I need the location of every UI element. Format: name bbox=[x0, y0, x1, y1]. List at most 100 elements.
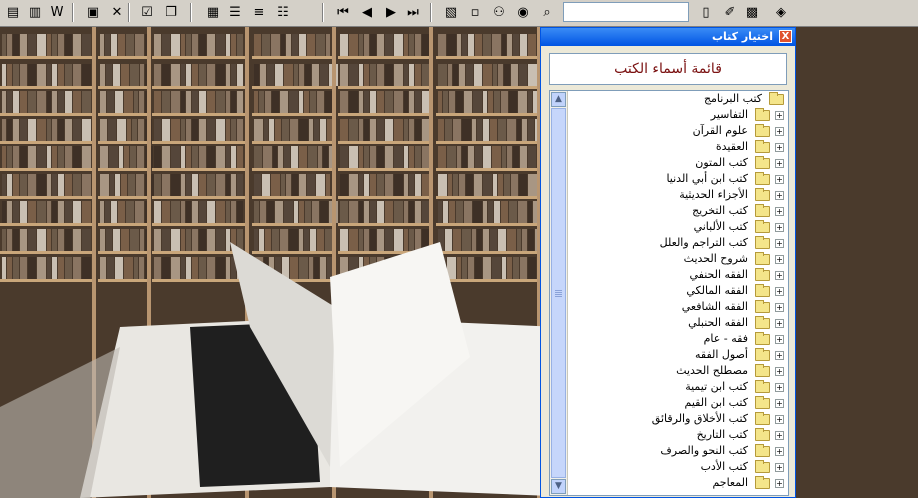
choose-book-dialog: اختيار كتاب X قائمة أسماء الكتب ▲ ▼ كتب … bbox=[540, 27, 796, 498]
tree-root-label: كتب البرنامج bbox=[703, 92, 762, 105]
scroll-thumb[interactable] bbox=[551, 108, 566, 478]
tree-item[interactable]: + كتب التراجم والعلل bbox=[570, 235, 786, 251]
expand-icon[interactable]: + bbox=[775, 287, 784, 296]
vertical-scrollbar[interactable]: ▲ ▼ bbox=[550, 91, 568, 495]
library-icon[interactable]: ◈ bbox=[771, 2, 791, 22]
expand-icon[interactable]: + bbox=[775, 127, 784, 136]
tree-item[interactable]: + كتب التاريخ bbox=[570, 427, 786, 443]
expand-icon[interactable]: + bbox=[775, 239, 784, 248]
save-icon[interactable]: ▣ bbox=[83, 2, 103, 22]
folder-icon bbox=[755, 172, 770, 185]
justify-icon[interactable]: ≡ bbox=[249, 2, 269, 22]
attachment-icon[interactable]: ✐ bbox=[720, 2, 740, 22]
folder-icon bbox=[755, 284, 770, 297]
tree-item[interactable]: + كتب التخريج bbox=[570, 203, 786, 219]
expand-icon[interactable]: + bbox=[775, 223, 784, 232]
expand-icon[interactable]: + bbox=[775, 143, 784, 152]
tree-view-icon[interactable]: ▩ bbox=[742, 2, 762, 22]
tree-item[interactable]: + كتب ابن أبي الدنيا bbox=[570, 171, 786, 187]
expand-icon[interactable]: + bbox=[775, 271, 784, 280]
expand-icon[interactable]: + bbox=[775, 191, 784, 200]
word-doc-icon[interactable]: W bbox=[47, 2, 67, 22]
tree-item-label: الأجزاء الحديثية bbox=[679, 188, 748, 201]
folder-icon bbox=[755, 188, 770, 201]
expand-icon[interactable]: + bbox=[775, 303, 784, 312]
open-book-icon[interactable]: ☷ bbox=[273, 2, 293, 22]
expand-icon[interactable]: + bbox=[775, 175, 784, 184]
tree-item-label: العقيدة bbox=[715, 140, 748, 153]
tree-item[interactable]: + العقيدة bbox=[570, 139, 786, 155]
tree-item[interactable]: + كتب الأدب bbox=[570, 459, 786, 475]
properties-icon[interactable]: ▦ bbox=[203, 2, 223, 22]
folder-icon bbox=[755, 348, 770, 361]
expand-icon[interactable]: + bbox=[775, 351, 784, 360]
tree-item[interactable]: + الفقه الحنبلي bbox=[570, 315, 786, 331]
search-input[interactable] bbox=[563, 2, 689, 22]
folder-icon bbox=[755, 380, 770, 393]
last-page-icon[interactable]: ⏭ bbox=[403, 2, 423, 22]
tree-item[interactable]: + الفقه الحنفي bbox=[570, 267, 786, 283]
previous-icon[interactable]: ◀ bbox=[357, 2, 377, 22]
close-icon[interactable]: ✕ bbox=[107, 2, 127, 22]
tree-item[interactable]: + شروح الحديث bbox=[570, 251, 786, 267]
scroll-down-icon[interactable]: ▼ bbox=[551, 479, 566, 494]
list-icon[interactable]: ☰ bbox=[225, 2, 245, 22]
tree-item[interactable]: + الفقه المالكي bbox=[570, 283, 786, 299]
book-icon[interactable]: ▥ bbox=[25, 2, 45, 22]
tree-item[interactable]: + أصول الفقه bbox=[570, 347, 786, 363]
next-icon[interactable]: ▶ bbox=[381, 2, 401, 22]
expand-icon[interactable]: + bbox=[775, 431, 784, 440]
expand-icon[interactable]: + bbox=[775, 319, 784, 328]
tree-item[interactable]: + الأجزاء الحديثية bbox=[570, 187, 786, 203]
tree-item[interactable]: + كتب المتون bbox=[570, 155, 786, 171]
tree-item[interactable]: + كتب الألباني bbox=[570, 219, 786, 235]
dialog-title-bar[interactable]: اختيار كتاب X bbox=[541, 28, 795, 46]
tree-item[interactable]: + المعاجم bbox=[570, 475, 786, 491]
new-page-icon[interactable]: ▯ bbox=[696, 2, 716, 22]
book-tree[interactable]: ▲ ▼ كتب البرنامج + التفاسير + علوم القرآن + ا… bbox=[549, 90, 789, 496]
clipboard-check-icon[interactable]: ☑ bbox=[137, 2, 157, 22]
tree-item[interactable]: + فقه - عام bbox=[570, 331, 786, 347]
expand-icon[interactable]: + bbox=[775, 479, 784, 488]
tree-item-label: المعاجم bbox=[712, 476, 748, 489]
tree-item-label: كتب ابن القيم bbox=[684, 396, 748, 409]
expand-icon[interactable]: + bbox=[775, 399, 784, 408]
expand-icon[interactable]: + bbox=[775, 383, 784, 392]
expand-icon[interactable]: + bbox=[775, 415, 784, 424]
copy-icon[interactable]: ❐ bbox=[161, 2, 181, 22]
tree-root[interactable]: كتب البرنامج bbox=[570, 91, 786, 107]
tree-item[interactable]: + التفاسير bbox=[570, 107, 786, 123]
tree-item[interactable]: + كتب ابن تيمية bbox=[570, 379, 786, 395]
close-icon[interactable]: X bbox=[779, 30, 792, 43]
expand-icon[interactable]: + bbox=[775, 463, 784, 472]
tree-item[interactable]: + مصطلح الحديث bbox=[570, 363, 786, 379]
binoculars-icon[interactable]: ⚇ bbox=[489, 2, 509, 22]
folder-icon bbox=[755, 236, 770, 249]
expand-icon[interactable]: + bbox=[775, 255, 784, 264]
folder-icon bbox=[755, 220, 770, 233]
folder-icon bbox=[755, 460, 770, 473]
open-folder-icon[interactable]: ▫ bbox=[465, 2, 485, 22]
tree-item[interactable]: + الفقه الشافعي bbox=[570, 299, 786, 315]
scroll-up-icon[interactable]: ▲ bbox=[551, 92, 566, 107]
search-book-icon[interactable]: ◉ bbox=[513, 2, 533, 22]
tree-item-label: كتب التراجم والعلل bbox=[659, 236, 748, 249]
tree-item[interactable]: + علوم القرآن bbox=[570, 123, 786, 139]
folder-icon bbox=[755, 204, 770, 217]
find-page-icon[interactable]: ⌕ bbox=[537, 2, 557, 22]
toolbar-separator bbox=[430, 3, 432, 22]
tree-item[interactable]: + كتب النحو والصرف bbox=[570, 443, 786, 459]
word-export-icon[interactable]: ▤ bbox=[3, 2, 23, 22]
expand-icon[interactable]: + bbox=[775, 159, 784, 168]
windows-icon[interactable]: ▧ bbox=[441, 2, 461, 22]
main-toolbar: ▤ ▥ W ▣ ✕ ☑ ❐ ▦ ☰ ≡ ☷ ⏮ ◀ ▶ ⏭ ▧ ▫ ⚇ ◉ ⌕ ▯ ✐ ▩ ◈ bbox=[0, 0, 918, 27]
expand-icon[interactable]: + bbox=[775, 207, 784, 216]
expand-icon[interactable]: + bbox=[775, 111, 784, 120]
tree-item[interactable]: + كتب الأخلاق والرقائق bbox=[570, 411, 786, 427]
expand-icon[interactable]: + bbox=[775, 367, 784, 376]
first-page-icon[interactable]: ⏮ bbox=[333, 2, 353, 22]
folder-icon bbox=[755, 428, 770, 441]
expand-icon[interactable]: + bbox=[775, 335, 784, 344]
expand-icon[interactable]: + bbox=[775, 447, 784, 456]
tree-item[interactable]: + كتب ابن القيم bbox=[570, 395, 786, 411]
